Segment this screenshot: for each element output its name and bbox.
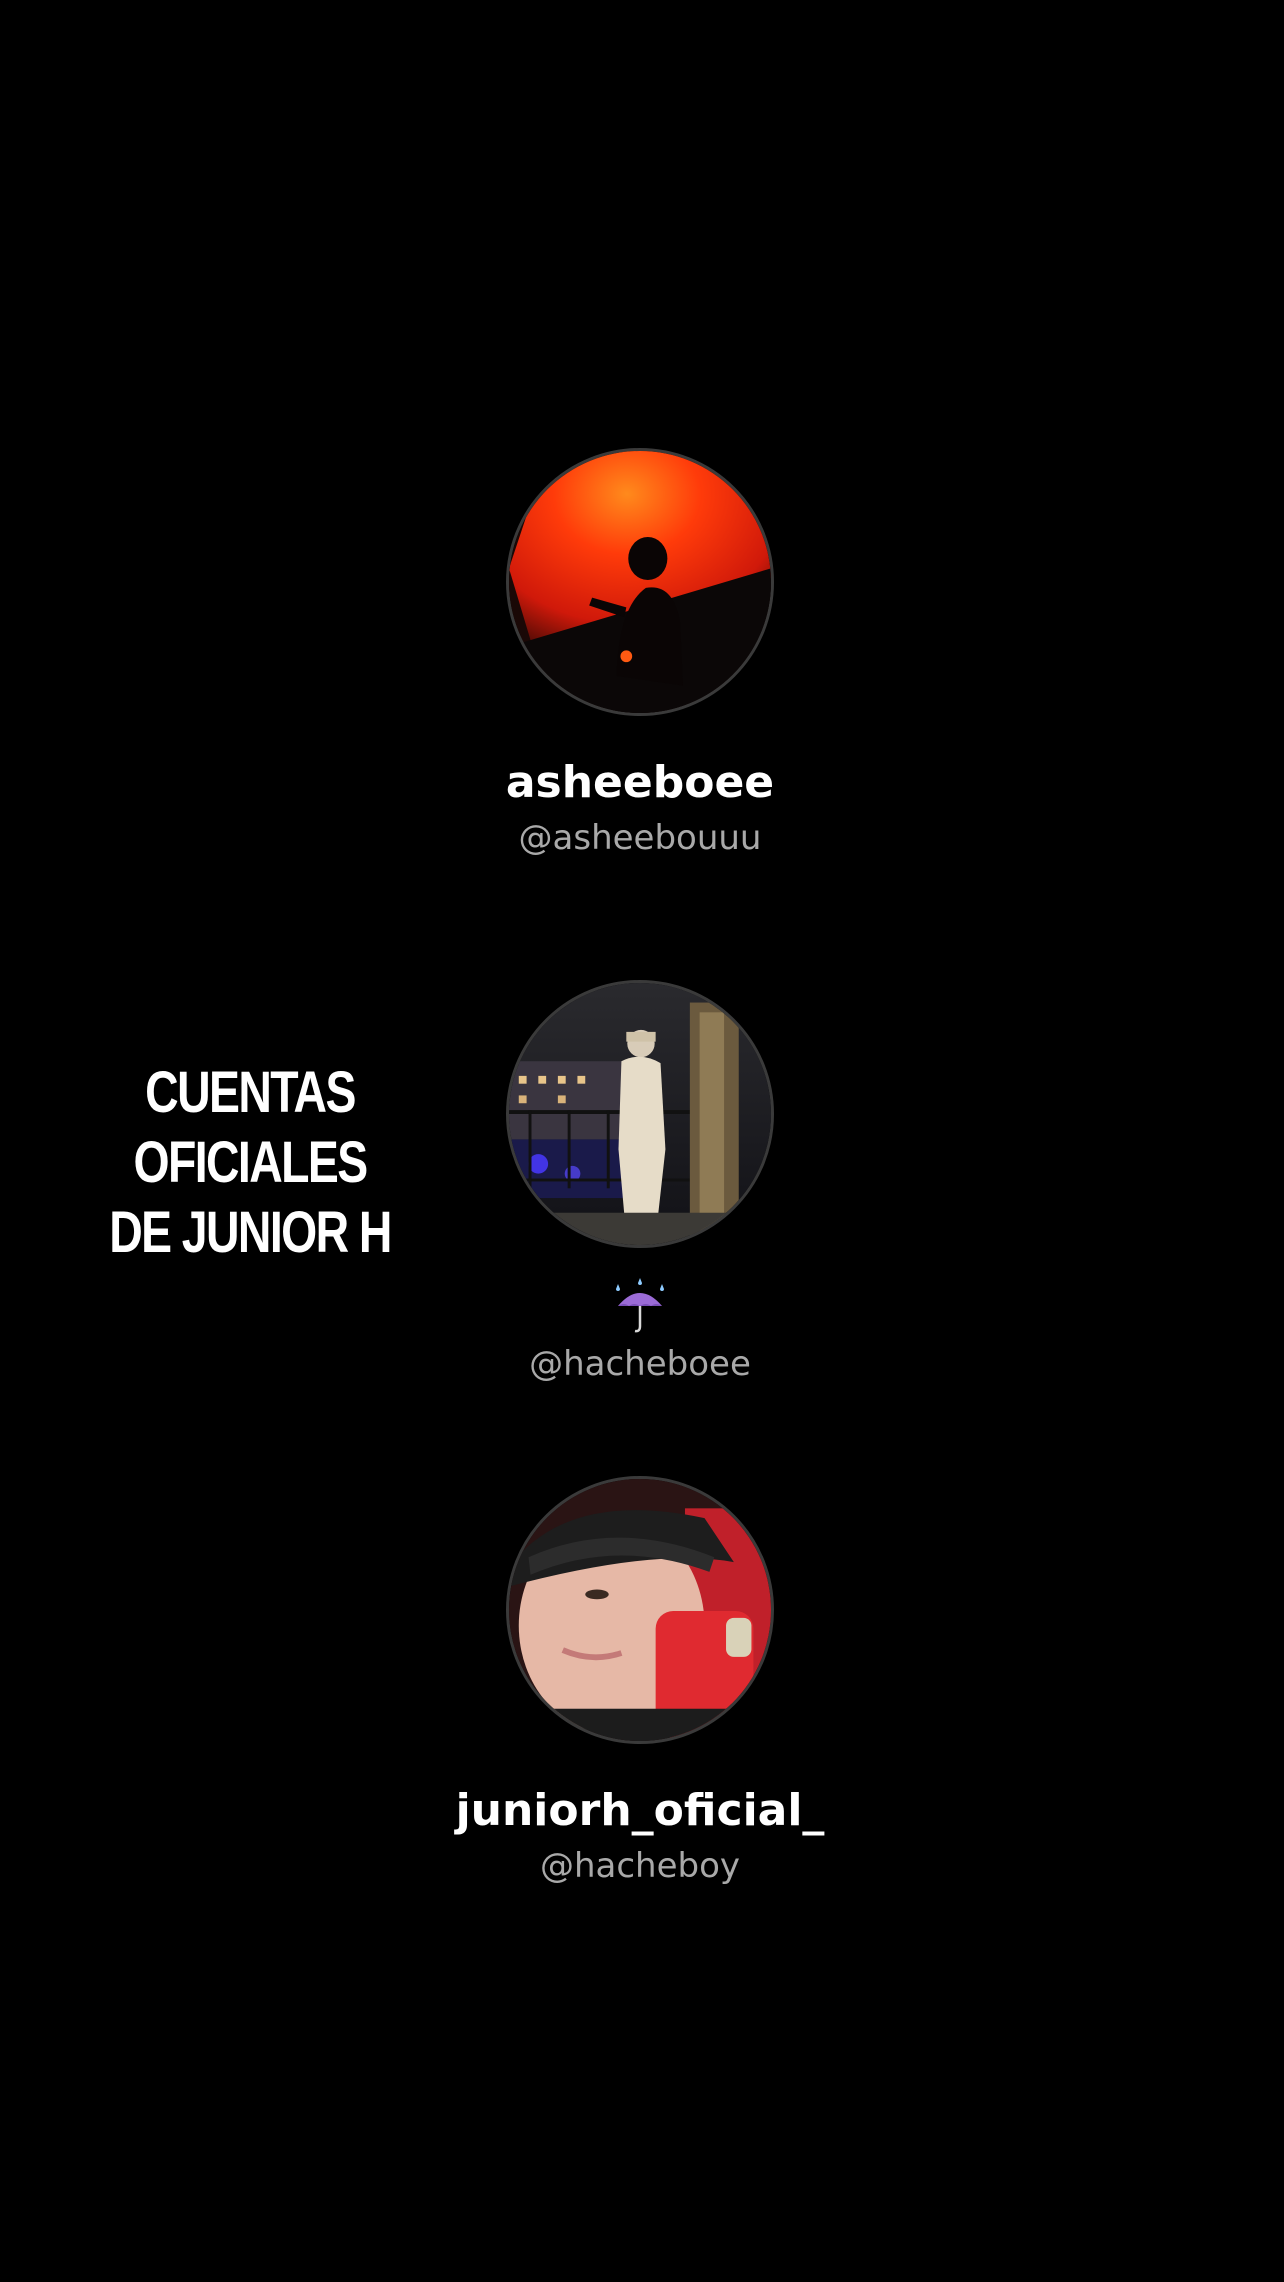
headline-line-1: CUENTAS OFICIALES (133, 1060, 368, 1195)
display-name: ☔ (390, 1276, 890, 1336)
avatar-silhouette-image (509, 451, 771, 713)
profile-card-juniorh-oficial[interactable]: juniorh_oficial_ @hacheboy (390, 1476, 890, 1888)
display-name: asheeboee (505, 757, 775, 808)
avatar-selfie-image (509, 1479, 771, 1741)
umbrella-with-rain-icon (616, 1278, 664, 1333)
profile-card-hacheboee[interactable]: ☔ @hacheboee (390, 980, 890, 1386)
avatar[interactable] (506, 980, 774, 1248)
username-handle: @hacheboy (539, 1846, 741, 1886)
username-handle: @hacheboee (529, 1344, 751, 1384)
headline: CUENTAS OFICIALES DE JUNIOR H (66, 1058, 434, 1268)
avatar[interactable] (506, 1476, 774, 1744)
avatar-balcony-image (509, 983, 771, 1245)
username-handle: @asheebouuu (518, 818, 762, 858)
profile-card-asheeboee[interactable]: asheeboee @asheebouuu (390, 448, 890, 860)
avatar[interactable] (506, 448, 774, 716)
display-name: juniorh_oficial_ (455, 1785, 825, 1836)
headline-line-2: DE JUNIOR H (109, 1200, 392, 1265)
